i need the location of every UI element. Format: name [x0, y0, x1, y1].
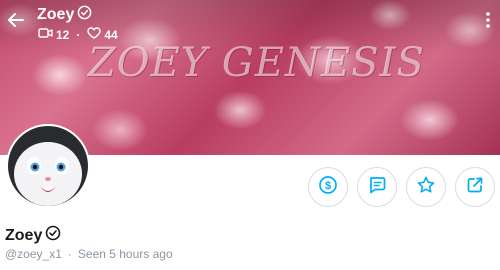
- header-name-row: Zoey: [37, 5, 92, 25]
- share-icon: [465, 175, 485, 200]
- avatar[interactable]: [6, 124, 90, 208]
- share-button[interactable]: [455, 167, 495, 207]
- svg-text:$: $: [325, 180, 331, 192]
- likes-count-stat: 44: [87, 27, 118, 42]
- profile-username: @zoey_x1: [5, 247, 62, 261]
- header-name: Zoey: [37, 6, 75, 23]
- header-stats: 12 · 44: [38, 27, 118, 42]
- tip-button[interactable]: $: [308, 167, 348, 207]
- more-vertical-icon: [485, 11, 491, 34]
- last-seen-status: Seen 5 hours ago: [77, 247, 173, 261]
- avatar-image: [8, 126, 88, 206]
- video-icon: [38, 27, 53, 42]
- message-button[interactable]: [357, 167, 397, 207]
- profile-meta: @zoey_x1 · Seen 5 hours ago: [5, 247, 173, 261]
- profile-actions: $: [308, 167, 500, 207]
- verified-badge-icon: [77, 5, 92, 25]
- star-icon: [416, 175, 436, 200]
- verified-badge-icon: [45, 225, 61, 246]
- favorite-button[interactable]: [406, 167, 446, 207]
- media-count: 12: [56, 27, 70, 42]
- message-icon: [367, 175, 387, 200]
- stat-separator: ·: [76, 27, 81, 42]
- cover-title: ZOEY GENESIS: [88, 40, 425, 86]
- arrow-left-icon: [6, 10, 26, 35]
- media-count-stat: 12: [38, 27, 69, 42]
- profile-name: Zoey: [5, 226, 43, 244]
- dollar-icon: $: [318, 175, 338, 200]
- heart-icon: [87, 27, 102, 42]
- profile-name-row: Zoey: [5, 225, 61, 246]
- back-button[interactable]: [4, 10, 28, 34]
- likes-count: 44: [104, 27, 118, 42]
- meta-separator: ·: [67, 247, 72, 261]
- more-options-button[interactable]: [480, 10, 496, 34]
